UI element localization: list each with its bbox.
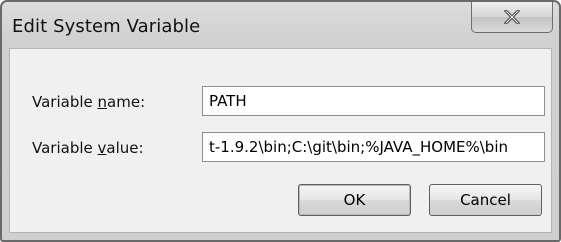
variable-name-label: Variable name:	[32, 93, 146, 111]
variable-value-label: Variable value:	[32, 139, 144, 157]
variable-name-input[interactable]: PATH	[202, 86, 545, 116]
close-button[interactable]	[471, 2, 553, 33]
edit-system-variable-dialog: Edit System Variable Variable name: PATH…	[0, 0, 561, 242]
variable-value-input[interactable]: t-1.9.2\bin;C:\git\bin;%JAVA_HOME%\bin	[202, 132, 545, 162]
window-title: Edit System Variable	[12, 16, 201, 37]
title-bar[interactable]: Edit System Variable	[2, 2, 559, 50]
cancel-button[interactable]: Cancel	[429, 184, 542, 216]
dialog-body: Variable name: PATH Variable value: t-1.…	[9, 48, 552, 233]
ok-button[interactable]: OK	[298, 184, 411, 216]
close-x-icon	[504, 10, 520, 24]
